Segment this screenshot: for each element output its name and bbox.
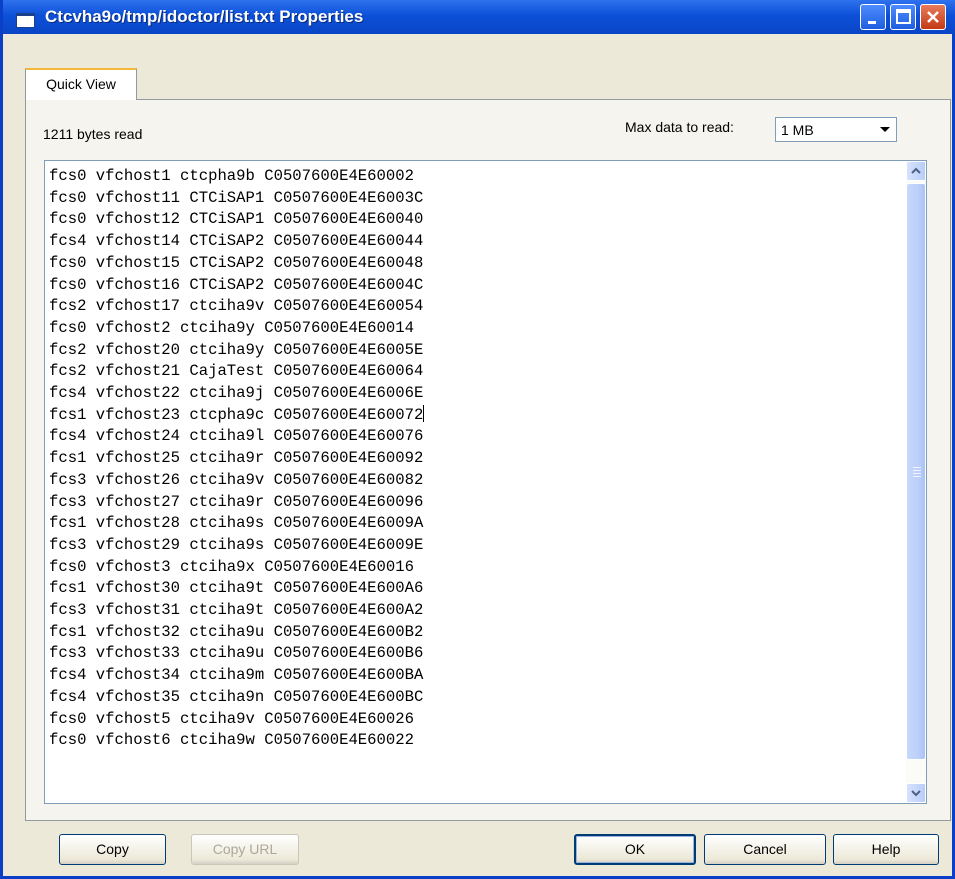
vertical-scrollbar[interactable] bbox=[906, 161, 926, 803]
text-line: fcs0 vfchost5 ctciha9v C0507600E4E60026 bbox=[49, 709, 414, 728]
scroll-grip bbox=[913, 476, 921, 477]
ok-button[interactable]: OK bbox=[574, 834, 696, 865]
tab-quick-view[interactable]: Quick View bbox=[25, 68, 137, 100]
text-line: fcs4 vfchost35 ctciha9n C0507600E4E600BC bbox=[49, 687, 424, 706]
text-cursor bbox=[423, 404, 425, 422]
text-line: fcs4 vfchost22 ctciha9j C0507600E4E6006E bbox=[49, 384, 424, 403]
text-line: fcs3 vfchost33 ctciha9u C0507600E4E600B6 bbox=[49, 644, 424, 663]
text-line: fcs1 vfchost23 ctcpha9c C0507600E4E60072 bbox=[49, 404, 425, 424]
properties-dialog: Ctcvha9o/tmp/idoctor/list.txt Properties… bbox=[0, 0, 955, 879]
text-line: fcs0 vfchost11 CTCiSAP1 C0507600E4E6003C bbox=[49, 188, 424, 207]
text-line: fcs3 vfchost31 ctciha9t C0507600E4E600A2 bbox=[49, 601, 424, 620]
title-bar[interactable]: Ctcvha9o/tmp/idoctor/list.txt Properties bbox=[3, 0, 955, 34]
text-line: fcs1 vfchost32 ctciha9u C0507600E4E600B2 bbox=[49, 622, 424, 641]
text-line: fcs4 vfchost14 CTCiSAP2 C0507600E4E60044 bbox=[49, 232, 424, 251]
text-line: fcs4 vfchost34 ctciha9m C0507600E4E600BA bbox=[49, 666, 424, 685]
maximize-icon bbox=[896, 9, 911, 24]
text-line: fcs1 vfchost28 ctciha9s C0507600E4E6009A bbox=[49, 514, 424, 533]
close-icon bbox=[927, 11, 939, 23]
text-line: fcs4 vfchost24 ctciha9l C0507600E4E60076 bbox=[49, 427, 424, 446]
text-line: fcs3 vfchost27 ctciha9r C0507600E4E60096 bbox=[49, 492, 424, 511]
help-button[interactable]: Help bbox=[833, 834, 939, 865]
file-content-view[interactable]: fcs0 vfchost1 ctcpha9b C0507600E4E60002 f… bbox=[44, 160, 927, 804]
copy-button[interactable]: Copy bbox=[59, 834, 166, 865]
scroll-up-icon bbox=[911, 167, 921, 174]
scroll-down-icon bbox=[911, 790, 921, 797]
text-line: fcs0 vfchost15 CTCiSAP2 C0507600E4E60048 bbox=[49, 253, 424, 272]
cancel-button[interactable]: Cancel bbox=[704, 834, 826, 865]
text-line: fcs0 vfchost2 ctciha9y C0507600E4E60014 bbox=[49, 318, 414, 337]
scroll-grip bbox=[913, 470, 921, 471]
scroll-thumb[interactable] bbox=[906, 183, 926, 760]
file-content-lines: fcs0 vfchost1 ctcpha9b C0507600E4E60002 f… bbox=[49, 166, 425, 752]
minimize-button[interactable] bbox=[860, 4, 886, 30]
copy-url-button[interactable]: Copy URL bbox=[191, 834, 299, 865]
text-line: fcs2 vfchost20 ctciha9y C0507600E4E6005E bbox=[49, 340, 424, 359]
minimize-icon bbox=[868, 21, 876, 24]
text-line: fcs2 vfchost17 ctciha9v C0507600E4E60054 bbox=[49, 297, 424, 316]
max-data-value: 1 MB bbox=[781, 122, 814, 138]
close-button[interactable] bbox=[920, 4, 946, 30]
window-icon bbox=[16, 13, 35, 28]
scroll-down-button[interactable] bbox=[906, 783, 926, 803]
dropdown-arrow-button[interactable] bbox=[875, 119, 895, 140]
text-line: fcs3 vfchost29 ctciha9s C0507600E4E6009E bbox=[49, 535, 424, 554]
max-data-select[interactable]: 1 MB bbox=[775, 117, 897, 142]
window-title: Ctcvha9o/tmp/idoctor/list.txt Properties bbox=[45, 7, 364, 26]
text-line: fcs1 vfchost30 ctciha9t C0507600E4E600A6 bbox=[49, 579, 424, 598]
scroll-up-button[interactable] bbox=[906, 161, 926, 181]
text-line: fcs0 vfchost6 ctciha9w C0507600E4E60022 bbox=[49, 731, 414, 750]
text-line: fcs0 vfchost16 CTCiSAP2 C0507600E4E6004C bbox=[49, 275, 424, 294]
maximize-button[interactable] bbox=[890, 4, 916, 30]
scroll-grip bbox=[913, 473, 921, 474]
max-data-label: Max data to read: bbox=[625, 119, 734, 135]
text-line: fcs2 vfchost21 CajaTest C0507600E4E60064 bbox=[49, 362, 424, 381]
text-line: fcs3 vfchost26 ctciha9v C0507600E4E60082 bbox=[49, 470, 424, 489]
text-line: fcs0 vfchost1 ctcpha9b C0507600E4E60002 bbox=[49, 167, 414, 185]
scroll-grip bbox=[913, 467, 921, 468]
bytes-read-label: 1211 bytes read bbox=[43, 126, 143, 142]
text-line: fcs1 vfchost25 ctciha9r C0507600E4E60092 bbox=[49, 449, 424, 468]
text-line: fcs0 vfchost12 CTCiSAP1 C0507600E4E60040 bbox=[49, 210, 424, 229]
chevron-down-icon bbox=[880, 127, 890, 132]
text-line: fcs0 vfchost3 ctciha9x C0507600E4E60016 bbox=[49, 557, 414, 576]
